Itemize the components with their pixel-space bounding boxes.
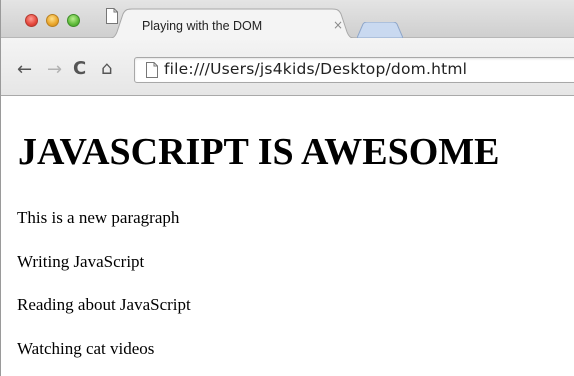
page-icon <box>146 62 158 78</box>
close-window-icon[interactable] <box>25 14 38 27</box>
browser-toolbar: ← → C ⌂ file:///Users/js4kids/Desktop/do… <box>1 38 574 96</box>
paragraph: Watching cat videos <box>17 339 155 358</box>
address-bar[interactable]: file:///Users/js4kids/Desktop/dom.html <box>134 57 574 83</box>
page-icon <box>106 8 118 24</box>
forward-arrow-icon[interactable]: → <box>47 61 62 79</box>
tab-active[interactable]: Playing with the DOM × <box>105 8 359 39</box>
page-heading: JAVASCRIPT IS AWESOME <box>18 131 500 173</box>
paragraph: This is a new paragraph <box>17 208 180 227</box>
tab-strip: Playing with the DOM × <box>1 0 574 39</box>
tab-title: Playing with the DOM <box>142 19 263 33</box>
address-url: file:///Users/js4kids/Desktop/dom.html <box>164 60 468 78</box>
reload-icon[interactable]: C <box>73 60 86 78</box>
minimize-window-icon[interactable] <box>46 14 59 27</box>
maximize-window-icon[interactable] <box>67 14 80 27</box>
paragraph: Writing JavaScript <box>17 252 145 271</box>
browser-window: Playing with the DOM × ← → C ⌂ file:///U… <box>0 0 574 376</box>
home-icon[interactable]: ⌂ <box>101 60 112 78</box>
new-tab-button[interactable] <box>357 22 403 38</box>
back-arrow-icon[interactable]: ← <box>17 61 32 79</box>
page-content: JAVASCRIPT IS AWESOME This is a new para… <box>1 96 574 376</box>
tab-close-button[interactable]: × <box>333 18 343 32</box>
paragraph: Reading about JavaScript <box>17 295 191 314</box>
